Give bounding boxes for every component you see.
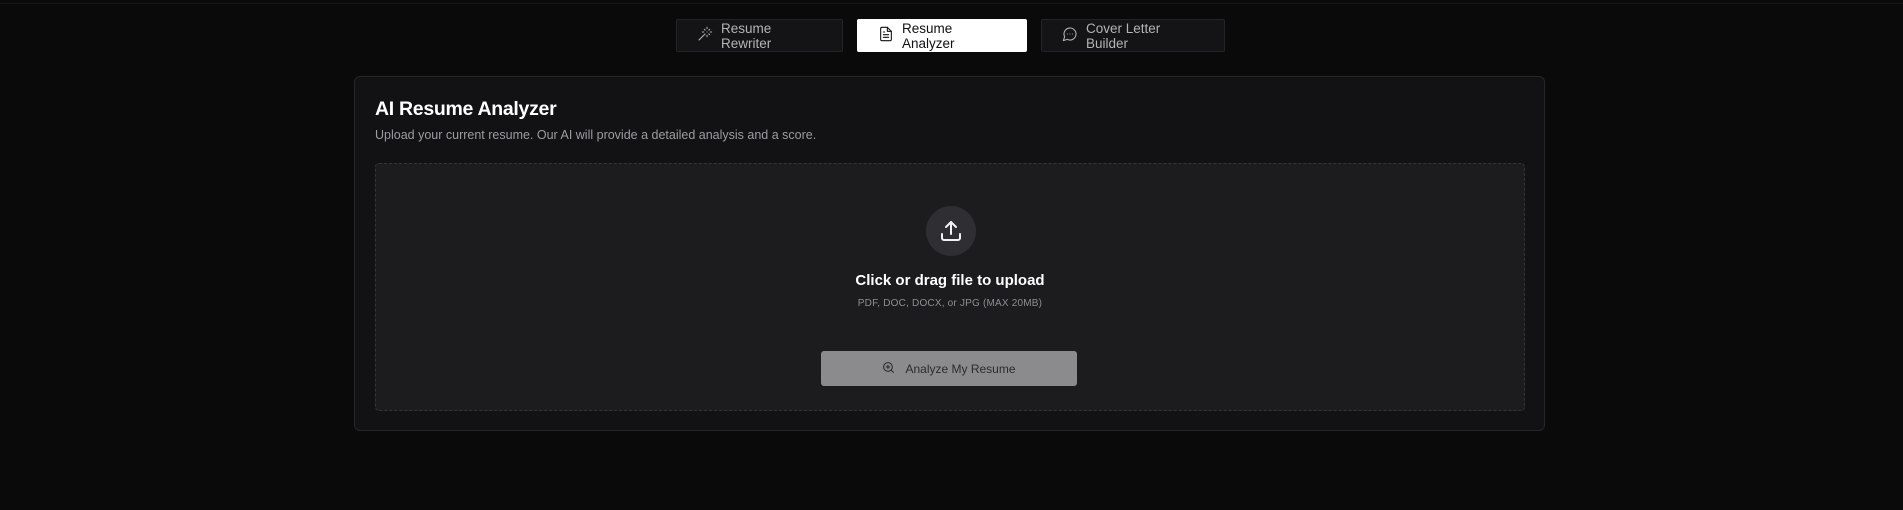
analyzer-card: AI Resume Analyzer Upload your current r… (354, 76, 1545, 431)
tab-cover-letter-builder[interactable]: Cover Letter Builder (1041, 19, 1225, 52)
analyze-resume-button[interactable]: Analyze My Resume (821, 351, 1077, 386)
analyze-button-label: Analyze My Resume (905, 361, 1016, 376)
tab-label: Cover Letter Builder (1086, 20, 1161, 51)
tool-tabs: Resume Rewriter Resume Analyzer Cover Le… (676, 19, 1225, 52)
chat-bubble-icon (1062, 26, 1078, 45)
upload-dropzone[interactable]: Click or drag file to upload PDF, DOC, D… (375, 163, 1525, 411)
magic-wand-icon (697, 26, 713, 45)
tab-label: Resume Rewriter (721, 20, 772, 51)
tab-label: Resume Analyzer (902, 20, 955, 51)
card-subtitle: Upload your current resume. Our AI will … (375, 128, 817, 142)
upload-icon (926, 206, 976, 256)
document-icon (878, 26, 894, 45)
tab-resume-analyzer[interactable]: Resume Analyzer (857, 19, 1027, 52)
search-icon (882, 361, 895, 377)
upload-title: Click or drag file to upload (855, 272, 1045, 289)
top-border (0, 0, 1903, 4)
tab-resume-rewriter[interactable]: Resume Rewriter (676, 19, 843, 52)
upload-hint: PDF, DOC, DOCX, or JPG (MAX 20MB) (857, 298, 1043, 309)
card-title: AI Resume Analyzer (375, 98, 557, 120)
